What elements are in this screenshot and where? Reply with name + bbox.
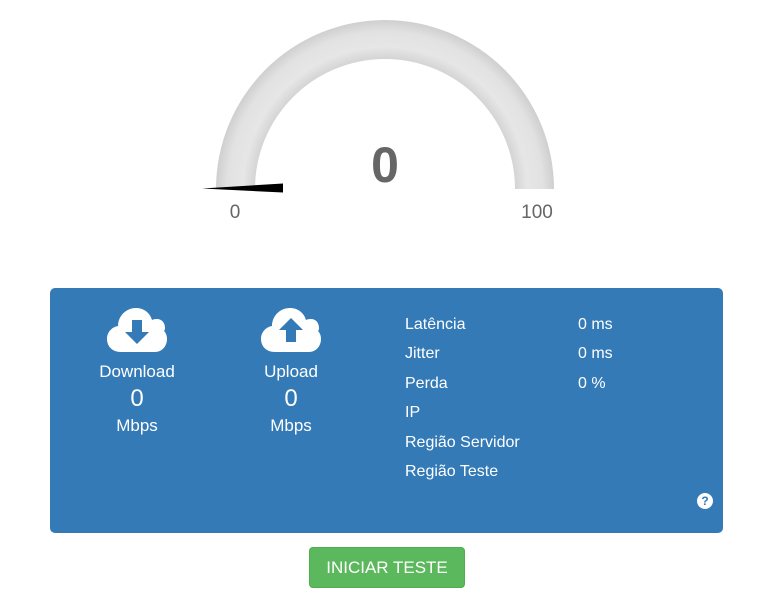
stat-value: 0 %: [578, 374, 606, 392]
stat-label: Perda: [405, 374, 448, 392]
stat-value: 0 ms: [578, 316, 613, 333]
gauge-min-label: 0: [229, 202, 241, 223]
results-panel: Download 0 Mbps Upload 0 Mbps Latência 0…: [50, 288, 723, 533]
download-label: Download: [99, 362, 175, 381]
upload-unit: Mbps: [270, 416, 312, 435]
upload-value: 0: [284, 385, 298, 412]
stat-label: Jitter: [405, 345, 440, 363]
stat-label: IP: [405, 404, 421, 422]
download-value: 0: [130, 385, 144, 412]
download-unit: Mbps: [116, 416, 158, 435]
upload-section: Upload 0 Mbps: [231, 308, 351, 436]
stat-label: Região Servidor: [405, 433, 520, 451]
question-circle-icon[interactable]: ?: [697, 493, 713, 509]
cloud-upload-icon: [261, 308, 321, 352]
stat-value: 0 ms: [578, 345, 613, 363]
stat-label: Região Teste: [405, 462, 499, 480]
start-test-button[interactable]: INICIAR TESTE: [309, 547, 465, 588]
cloud-download-icon: [107, 308, 167, 352]
gauge-value: 0: [371, 137, 399, 193]
download-section: Download 0 Mbps: [77, 308, 197, 436]
speed-gauge: [202, 20, 554, 193]
stat-label: Latência: [405, 316, 466, 333]
gauge-max-label: 100: [521, 202, 553, 223]
upload-label: Upload: [264, 362, 318, 381]
